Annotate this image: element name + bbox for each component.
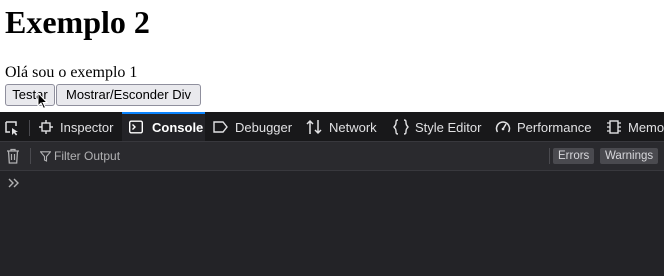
page-heading: Exemplo 2: [5, 4, 150, 40]
errors-filter-button[interactable]: Errors: [553, 148, 595, 164]
page-paragraph: Olá sou o exemplo 1: [5, 64, 138, 81]
mouse-pointer-icon: [37, 92, 49, 110]
tab-inspector[interactable]: Inspector: [39, 112, 119, 141]
warnings-filter-button[interactable]: Warnings: [600, 148, 659, 164]
trash-icon[interactable]: [6, 148, 20, 164]
tab-debugger[interactable]: Debugger: [213, 112, 298, 141]
tab-console[interactable]: Console: [122, 112, 205, 141]
tab-performance[interactable]: Performance: [495, 112, 593, 141]
tabbar-divider: [29, 120, 30, 136]
tab-style-editor[interactable]: Style Editor: [393, 112, 485, 141]
tab-label: Console: [152, 120, 204, 135]
debugger-icon: [213, 121, 228, 133]
console-output[interactable]: [0, 171, 664, 276]
toolbar-divider: [30, 148, 31, 164]
performance-icon: [495, 121, 511, 133]
filter-icon: [40, 151, 51, 162]
devtools-panel: Inspector Console Debugger Network Style…: [0, 112, 664, 276]
network-icon: [306, 119, 322, 135]
web-page: Exemplo 2 Olá sou o exemplo 1 Testar Mos…: [0, 0, 664, 112]
console-prompt-icon: [8, 178, 19, 188]
toolbar-divider: [549, 148, 550, 164]
console-toolbar: Errors Warnings: [0, 142, 664, 171]
element-picker-icon[interactable]: [4, 120, 20, 136]
memory-icon: [607, 120, 621, 134]
filter-output-input[interactable]: [54, 142, 354, 170]
tab-label: Inspector: [60, 120, 114, 135]
devtools-tabbar: Inspector Console Debugger Network Style…: [0, 112, 664, 142]
style-editor-icon: [393, 119, 409, 135]
tab-network[interactable]: Network: [306, 112, 382, 141]
tab-memory[interactable]: Memo: [607, 112, 664, 141]
tab-label: Memo: [628, 120, 664, 135]
tab-label: Debugger: [235, 120, 293, 135]
inspector-icon: [39, 120, 53, 134]
console-icon: [129, 120, 143, 134]
tab-label: Style Editor: [415, 120, 482, 135]
toggle-div-button[interactable]: Mostrar/Esconder Div: [56, 84, 201, 106]
tab-label: Network: [329, 120, 377, 135]
tab-label: Performance: [517, 120, 592, 135]
